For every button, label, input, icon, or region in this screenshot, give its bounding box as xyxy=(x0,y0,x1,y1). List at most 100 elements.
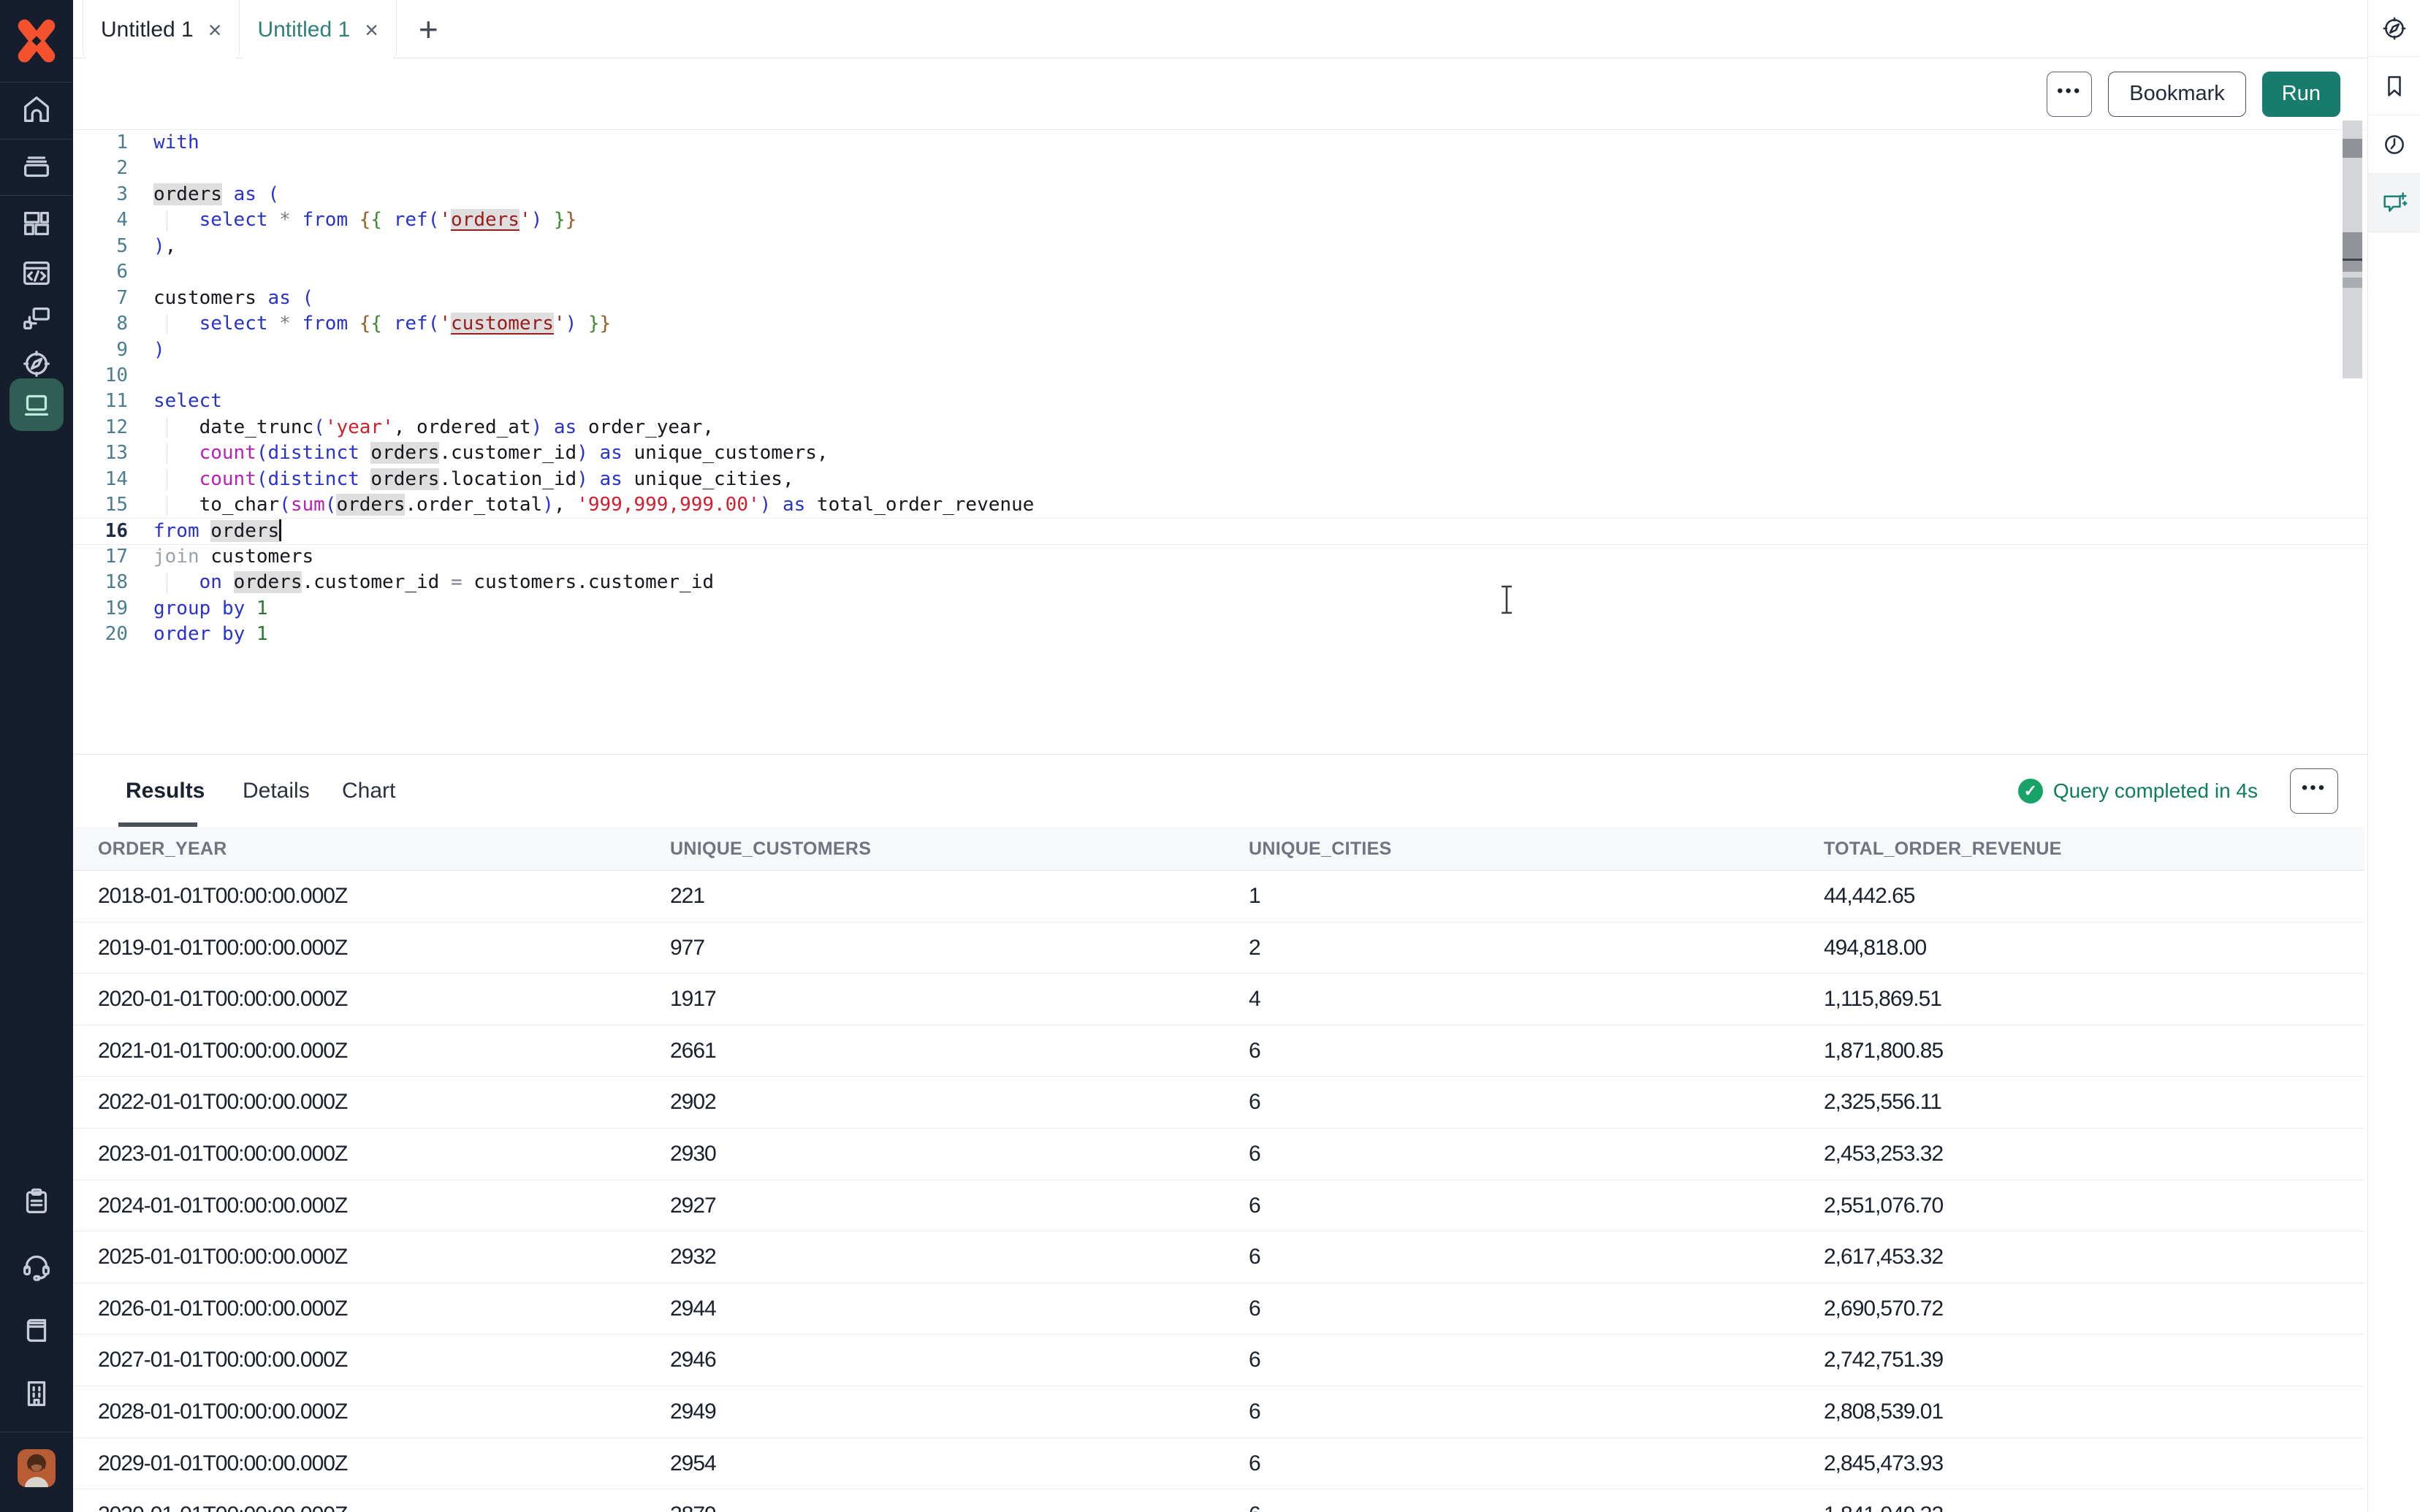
cell: 2030-01-01T00:00:00.000Z xyxy=(98,1489,347,1512)
cell: 2029-01-01T00:00:00.000Z xyxy=(98,1438,347,1489)
close-icon[interactable]: × xyxy=(365,18,378,42)
code-line-11[interactable]: 11select xyxy=(73,389,2367,414)
table-row[interactable]: 2020-01-01T00:00:00.000Z191741,115,869.5… xyxy=(73,974,2364,1026)
code-window-icon xyxy=(20,256,53,290)
table-row[interactable]: 2022-01-01T00:00:00.000Z290262,325,556.1… xyxy=(73,1077,2364,1129)
cell: 2,617,453.32 xyxy=(1824,1232,1943,1283)
code-line-7[interactable]: 7customers as ( xyxy=(73,286,2367,311)
sidebar-item-windows[interactable] xyxy=(0,295,73,342)
code-line-16[interactable]: 16from orders xyxy=(73,519,2367,544)
code-line-10[interactable]: 10 xyxy=(73,363,2367,389)
table-row[interactable]: 2030-01-01T00:00:00.000Z287961,841,049.3… xyxy=(73,1489,2364,1512)
code-line-18[interactable]: 18on orders.customer_id = customers.cust… xyxy=(73,570,2367,595)
close-icon[interactable]: × xyxy=(208,18,222,42)
column-header-unique_customers[interactable]: UNIQUE_CUSTOMERS xyxy=(670,827,871,871)
hex-logo[interactable] xyxy=(0,0,73,82)
code-line-5[interactable]: 5), xyxy=(73,234,2367,259)
sidebar-item-computer-active[interactable] xyxy=(9,378,64,431)
cell: 2023-01-01T00:00:00.000Z xyxy=(98,1129,347,1180)
code-line-15[interactable]: 15to_char(sum(orders.order_total), '999,… xyxy=(73,492,2367,518)
table-row[interactable]: 2029-01-01T00:00:00.000Z295462,845,473.9… xyxy=(73,1438,2364,1490)
table-row[interactable]: 2023-01-01T00:00:00.000Z293062,453,253.3… xyxy=(73,1129,2364,1180)
tab-untitled-2[interactable]: Untitled 1 × xyxy=(240,0,396,59)
table-row[interactable]: 2027-01-01T00:00:00.000Z294662,742,751.3… xyxy=(73,1335,2364,1386)
scrollbar-mark[interactable] xyxy=(2343,278,2362,288)
line-number: 10 xyxy=(73,363,128,389)
cell: 4 xyxy=(1249,974,1260,1025)
divider xyxy=(0,82,73,83)
column-header-order_year[interactable]: ORDER_YEAR xyxy=(98,827,227,871)
more-options-button[interactable]: ••• xyxy=(2047,72,2092,117)
code-line-19[interactable]: 19group by 1 xyxy=(73,596,2367,622)
table-row[interactable]: 2019-01-01T00:00:00.000Z9772494,818.00 xyxy=(73,923,2364,974)
code-line-12[interactable]: 12date_trunc('year', ordered_at) as orde… xyxy=(73,415,2367,440)
sidebar-item-apps[interactable] xyxy=(0,200,73,247)
cell: 6 xyxy=(1249,1335,1260,1386)
table-header-row: ORDER_YEAR UNIQUE_CUSTOMERS UNIQUE_CITIES T… xyxy=(73,827,2364,871)
tab-results[interactable]: Results xyxy=(126,755,205,828)
line-number: 8 xyxy=(73,311,128,337)
scrollbar-thumb[interactable] xyxy=(2343,232,2362,259)
table-row[interactable]: 2026-01-01T00:00:00.000Z294462,690,570.7… xyxy=(73,1283,2364,1335)
results-more-button[interactable]: ••• xyxy=(2290,768,2338,814)
sidebar-item-projects[interactable] xyxy=(0,143,73,190)
multi-window-icon xyxy=(20,302,53,335)
user-avatar[interactable] xyxy=(18,1449,56,1487)
scrollbar-mark[interactable] xyxy=(2343,139,2362,158)
tab-chart[interactable]: Chart xyxy=(342,755,395,828)
book-icon xyxy=(20,1313,53,1346)
code-line-6[interactable]: 6 xyxy=(73,259,2367,285)
rail-item-explore[interactable] xyxy=(2368,0,2420,57)
code-line-8[interactable]: 8select * from {{ ref('customers') }} xyxy=(73,311,2367,337)
sidebar-item-support[interactable] xyxy=(0,1242,73,1288)
sidebar-item-docs[interactable] xyxy=(0,1306,73,1353)
table-row[interactable]: 2028-01-01T00:00:00.000Z294962,808,539.0… xyxy=(73,1386,2364,1438)
cell: 2879 xyxy=(670,1489,716,1512)
code-line-17[interactable]: 17join customers xyxy=(73,544,2367,570)
tab-untitled-1[interactable]: Untitled 1 × xyxy=(83,0,240,59)
bookmark-button[interactable]: Bookmark xyxy=(2108,72,2246,117)
rail-item-bookmarks[interactable] xyxy=(2368,57,2420,115)
cell: 6 xyxy=(1249,1386,1260,1437)
rail-item-magic-chat[interactable] xyxy=(2368,174,2420,232)
code-line-9[interactable]: 9) xyxy=(73,337,2367,363)
clipboard-icon xyxy=(20,1185,53,1218)
scrollbar-mark[interactable] xyxy=(2343,261,2362,272)
sidebar-item-home[interactable] xyxy=(0,86,73,133)
run-button[interactable]: Run xyxy=(2262,72,2340,117)
new-tab-plus-icon[interactable]: + xyxy=(419,12,438,46)
sidebar-item-organization[interactable] xyxy=(0,1370,73,1417)
code-line-2[interactable]: 2 xyxy=(73,156,2367,181)
cell: 1 xyxy=(1249,871,1260,922)
tab-label: Untitled 1 xyxy=(257,18,350,42)
column-header-total_order_revenue[interactable]: TOTAL_ORDER_REVENUE xyxy=(1824,827,2062,871)
bookmark-icon xyxy=(2380,72,2409,101)
table-row[interactable]: 2018-01-01T00:00:00.000Z221144,442.65 xyxy=(73,871,2364,923)
cell: 2022-01-01T00:00:00.000Z xyxy=(98,1077,347,1128)
cell: 2020-01-01T00:00:00.000Z xyxy=(98,974,347,1025)
scrollbar[interactable] xyxy=(2343,121,2362,378)
table-row[interactable]: 2024-01-01T00:00:00.000Z292762,551,076.7… xyxy=(73,1180,2364,1232)
cell: 6 xyxy=(1249,1489,1260,1512)
table-row[interactable]: 2025-01-01T00:00:00.000Z293262,617,453.3… xyxy=(73,1232,2364,1283)
line-number: 6 xyxy=(73,259,128,285)
sidebar-item-code[interactable] xyxy=(0,250,73,297)
rail-item-history[interactable] xyxy=(2368,115,2420,174)
code-line-14[interactable]: 14count(distinct orders.location_id) as … xyxy=(73,467,2367,492)
sql-editor[interactable]: 1with23orders as (4select * from {{ ref(… xyxy=(73,130,2367,754)
left-sidebar xyxy=(0,0,73,1512)
code-line-3[interactable]: 3orders as ( xyxy=(73,182,2367,207)
cell: 6 xyxy=(1249,1026,1260,1077)
column-header-unique_cities[interactable]: UNIQUE_CITIES xyxy=(1249,827,1392,871)
tab-details[interactable]: Details xyxy=(243,755,310,828)
code-line-13[interactable]: 13count(distinct orders.customer_id) as … xyxy=(73,440,2367,466)
cell: 2,742,751.39 xyxy=(1824,1335,1943,1386)
app-window: Untitled 1 × Untitled 1 × + ••• Bookmark… xyxy=(0,0,2420,1512)
code-line-1[interactable]: 1with xyxy=(73,130,2367,156)
table-row[interactable]: 2021-01-01T00:00:00.000Z266161,871,800.8… xyxy=(73,1026,2364,1077)
code-line-20[interactable]: 20order by 1 xyxy=(73,622,2367,647)
code-line-4[interactable]: 4select * from {{ ref('orders') }} xyxy=(73,207,2367,233)
cell: 2944 xyxy=(670,1283,716,1335)
sidebar-item-clipboard[interactable] xyxy=(0,1178,73,1225)
cell: 2930 xyxy=(670,1129,716,1180)
